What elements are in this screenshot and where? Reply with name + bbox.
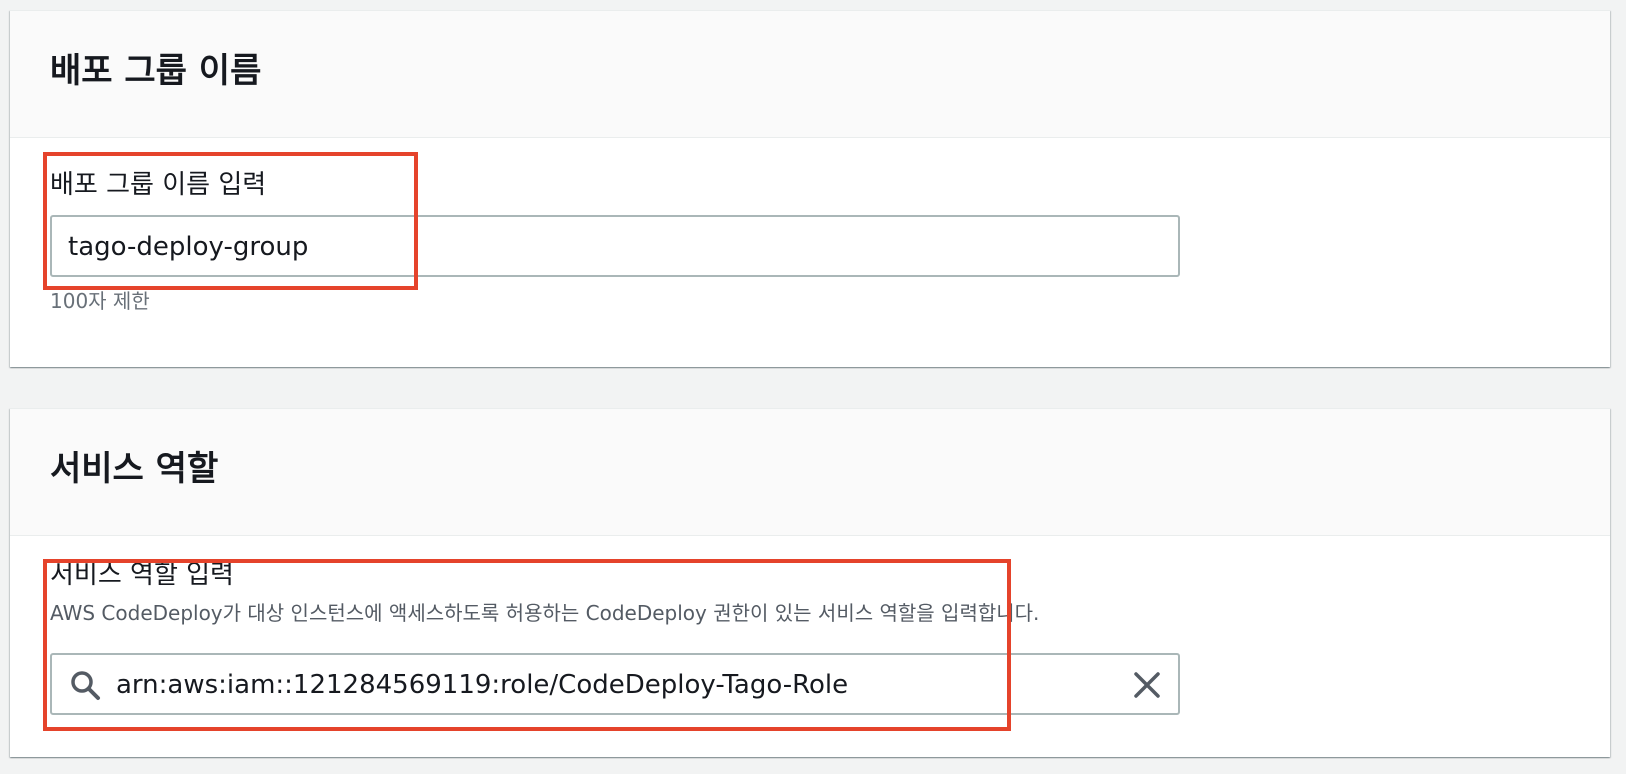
deployment-group-name-input[interactable]: tago-deploy-group [50,215,1180,277]
search-icon [71,671,100,700]
service-role-search-input[interactable]: arn:aws:iam::121284569119:role/CodeDeplo… [50,653,1180,715]
deployment-group-name-panel: 배포 그룹 이름 배포 그룹 이름 입력 tago-deploy-group 1… [10,10,1610,367]
deployment-group-name-value: tago-deploy-group [68,232,309,262]
service-role-description: AWS CodeDeploy가 대상 인스턴스에 액세스하도록 허용하는 Cod… [50,601,1040,625]
service-role-panel: 서비스 역할 서비스 역할 입력 AWS CodeDeploy가 대상 인스턴스… [10,408,1610,757]
deployment-group-name-header: 배포 그룹 이름 [10,11,1610,138]
service-role-value: arn:aws:iam::121284569119:role/CodeDeplo… [116,670,849,700]
close-icon[interactable] [1130,668,1164,702]
deployment-group-name-title: 배포 그룹 이름 [50,51,262,91]
service-role-label: 서비스 역할 입력 [50,560,234,590]
service-role-header: 서비스 역할 [10,409,1610,536]
character-limit-text: 100자 제한 [50,289,150,313]
service-role-title: 서비스 역할 [50,449,219,489]
deployment-group-name-label: 배포 그룹 이름 입력 [50,170,267,200]
